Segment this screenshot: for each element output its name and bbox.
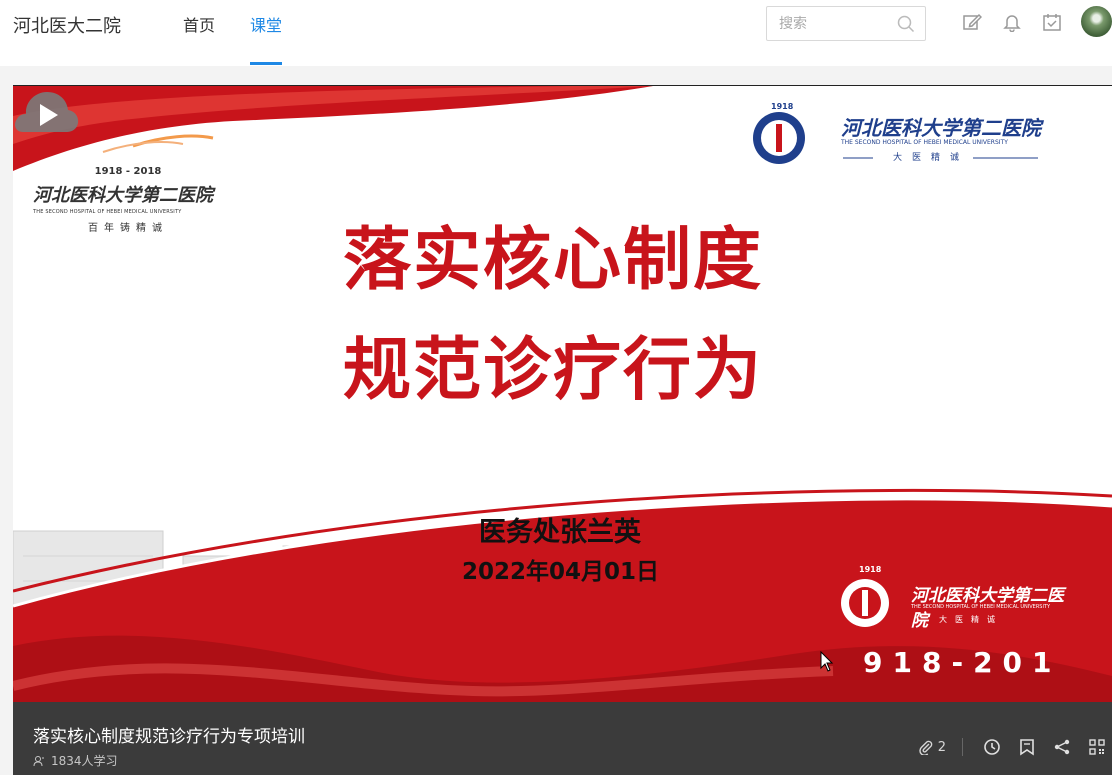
calendar-check-icon[interactable] [1042,12,1062,32]
edit-icon[interactable] [962,12,982,32]
course-title: 落实核心制度规范诊疗行为专项培训 [33,727,305,747]
main-nav: 首页 课堂 [183,12,283,65]
site-brand[interactable]: 河北医大二院 [13,12,121,38]
bookmark-icon[interactable] [1018,738,1036,756]
logo-left-motto: 百年铸精诚 [88,223,168,234]
slide-logo-bottom: 1918 河北医科大学第二医院 THE SECOND HOSPITAL OF H… [831,565,1071,631]
slide-logo-left: 1918 - 2018 河北医科大学第二医院 THE SECOND HOSPIT… [33,166,223,234]
history-icon[interactable] [983,738,1001,756]
attachment-button[interactable]: 2 [918,739,946,755]
slide-logo-right: 1918 河北医科大学第二医院 THE SECOND HOSPITAL OF H… [743,102,1043,168]
share-icon[interactable] [1053,738,1071,756]
logo-right-motto: 大医精诚 [893,153,970,163]
logo-right-year: 1918 [771,102,794,111]
logo-bottom-motto: 大医精诚 [939,615,1003,624]
people-icon [33,755,44,766]
qrcode-icon[interactable] [1088,738,1106,756]
video-toolbar: 2 [918,735,1112,759]
search-box [766,6,926,41]
logo-bottom-english: THE SECOND HOSPITAL OF HEBEI MEDICAL UNI… [911,604,1051,610]
paperclip-icon [919,740,932,755]
slide-presenter: 医务处张兰英 [479,517,641,548]
logo-left-english: THE SECOND HOSPITAL OF HEBEI MEDICAL UNI… [33,209,182,215]
play-icon[interactable] [13,86,79,136]
search-icon[interactable] [897,15,915,33]
attachment-count: 2 [937,739,946,755]
avatar[interactable] [1081,6,1112,37]
nav-item-classroom[interactable]: 课堂 [250,12,283,65]
slide-title-line2: 规范诊疗行为 [343,331,764,410]
slide-bottom-years: 918-201 [863,646,1062,679]
search-input[interactable] [767,7,892,40]
video-frame[interactable]: 1918 - 2018 河北医科大学第二医院 THE SECOND HOSPIT… [13,85,1112,702]
bell-icon[interactable] [1002,12,1022,32]
logo-bottom-year: 1918 [859,565,882,574]
video-player: 1918 - 2018 河北医科大学第二医院 THE SECOND HOSPIT… [13,85,1112,775]
logo-right-english: THE SECOND HOSPITAL OF HEBEI MEDICAL UNI… [841,139,1008,146]
nav-item-home[interactable]: 首页 [183,12,215,65]
slide-title-line1: 落实核心制度 [343,221,764,300]
learner-count-text: 1834人学习 [51,754,118,768]
learner-count: 1834人学习 [33,752,118,769]
logo-left-name: 河北医科大学第二医院 [33,185,213,206]
logo-left-years: 1918 - 2018 [94,166,162,177]
video-info-bar: 落实核心制度规范诊疗行为专项培训 1834人学习 2 [13,702,1112,775]
slide-date: 2022年04月01日 [462,559,660,585]
top-navigation-bar: 河北医大二院 首页 课堂 [0,0,1112,66]
toolbar-divider [962,738,963,756]
logo-right-name: 河北医科大学第二医院 [841,116,1041,140]
